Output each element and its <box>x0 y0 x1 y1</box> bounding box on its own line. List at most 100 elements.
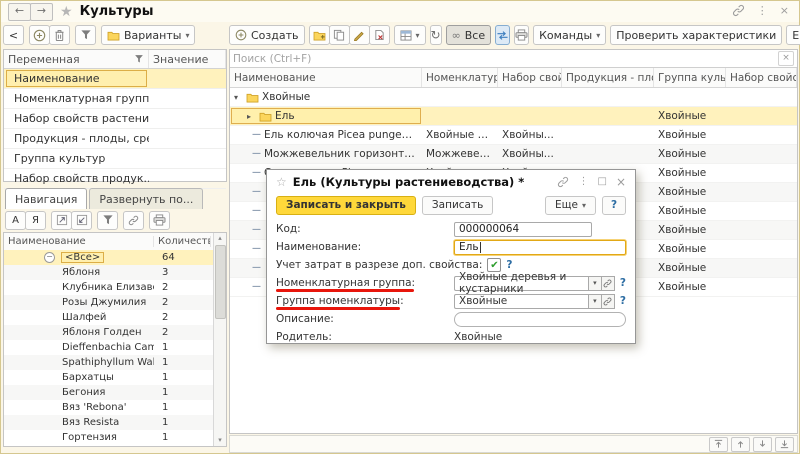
parameter-row[interactable]: Набор свойств продук... <box>4 169 226 189</box>
more-icon[interactable]: ⋮ <box>578 176 588 187</box>
list-item[interactable]: Клубника Елизавета II 2 <box>4 280 213 295</box>
view-mode-button[interactable]: ▾ <box>394 25 426 45</box>
help-icon[interactable]: ? <box>506 259 512 271</box>
filter-button[interactable] <box>75 25 96 45</box>
scroll-bottom-button[interactable] <box>775 437 794 452</box>
help-icon[interactable]: ? <box>620 277 626 289</box>
collapse-all-button[interactable] <box>71 211 92 230</box>
table-row[interactable]: — Ель колючая Picea pungens Hoopsii Хвой… <box>230 126 797 145</box>
name-input[interactable]: Ель <box>454 240 626 255</box>
list-item[interactable]: Dieffenbachia Camilla 1 <box>4 340 213 355</box>
parameter-row[interactable]: Продукция - плоды, срез <box>4 129 226 149</box>
star-outline-icon[interactable]: ☆ <box>276 175 287 189</box>
save-close-button[interactable]: Записать и закрыть <box>276 196 416 215</box>
scrollbar-thumb[interactable] <box>215 245 226 319</box>
variants-button[interactable]: Варианты ▾ <box>101 25 195 45</box>
table-row[interactable]: ▾ Хвойные <box>230 88 797 107</box>
cost-accounting-checkbox[interactable]: ✔ <box>487 258 501 272</box>
scroll-up-icon[interactable]: ▴ <box>214 233 226 244</box>
more-button[interactable]: Еще▾ <box>786 25 800 45</box>
add-parameter-button[interactable] <box>29 25 50 45</box>
search-input[interactable]: Поиск (Ctrl+F) <box>233 53 311 65</box>
list-item[interactable]: Яблоня 3 <box>4 265 213 280</box>
scroll-down-icon[interactable]: ▾ <box>214 435 226 446</box>
save-button[interactable]: Записать <box>422 196 493 215</box>
nomenclature-group-value[interactable]: Хвойные <box>454 294 588 309</box>
list-item[interactable]: Шалфей 2 <box>4 310 213 325</box>
more-icon[interactable]: ⋮ <box>757 4 768 17</box>
tab-expand-by[interactable]: Развернуть по... <box>89 188 203 209</box>
column-header-count[interactable]: Количество <box>154 236 211 247</box>
close-icon[interactable]: × <box>780 4 789 17</box>
maximize-icon[interactable]: □ <box>597 176 606 187</box>
parameter-row[interactable]: Набор свойств растения <box>4 109 226 129</box>
column-header[interactable]: Продукция - плоды, срез <box>562 68 654 87</box>
create-group-button[interactable] <box>309 25 330 45</box>
nav-link-button[interactable] <box>123 211 144 230</box>
column-header-variable[interactable]: Переменная <box>4 50 149 68</box>
list-item[interactable]: Розы Джумилия 2 <box>4 295 213 310</box>
list-item[interactable]: Бархатцы 1 <box>4 370 213 385</box>
check-characteristics-button[interactable]: Проверить характеристики <box>610 25 782 45</box>
dialog-help-button[interactable]: ? <box>602 196 626 215</box>
list-item[interactable]: Spathiphyllum Wallisii 1 <box>4 355 213 370</box>
dropdown-button[interactable]: ▾ <box>588 294 602 309</box>
parameter-row[interactable]: Группа культур <box>4 149 226 169</box>
list-item[interactable]: Яблоня Голден 2 <box>4 325 213 340</box>
favorites-star-icon[interactable]: ★ <box>60 5 73 19</box>
dropdown-button[interactable]: ▾ <box>588 276 602 291</box>
column-header[interactable]: Группа культур <box>654 68 726 87</box>
scroll-top-button[interactable] <box>709 437 728 452</box>
hierarchy-toggle-button[interactable] <box>495 25 510 45</box>
back-button[interactable]: ← <box>8 3 31 21</box>
close-icon[interactable]: × <box>616 175 626 189</box>
list-item[interactable]: Бегония 1 <box>4 385 213 400</box>
commands-button[interactable]: Команды▾ <box>533 25 606 45</box>
table-row[interactable]: — Можжевельник горизонтальный Juniperus … <box>230 145 797 164</box>
column-header[interactable]: Наименование <box>230 68 422 87</box>
link-icon[interactable] <box>557 176 569 188</box>
column-header[interactable]: Номенклатурна... <box>422 68 498 87</box>
expander-icon[interactable]: ▸ <box>247 112 256 121</box>
column-header[interactable]: Набор свойств п... <box>726 68 797 87</box>
nav-filter-button[interactable] <box>97 211 118 230</box>
search-clear-button[interactable]: × <box>778 51 794 66</box>
column-header[interactable]: Набор свойств ... <box>498 68 562 87</box>
column-header-value[interactable]: Значение <box>149 50 226 68</box>
parameter-row[interactable]: Номенклатурная группа <box>4 89 226 109</box>
list-item[interactable]: Вяз Resista 1 <box>4 415 213 430</box>
expander-icon[interactable]: − <box>44 252 55 263</box>
nomenclature-group-combo[interactable]: Хвойные ▾ <box>454 294 615 309</box>
show-all-button[interactable]: ∞Все <box>446 25 492 45</box>
dialog-more-button[interactable]: Еще▾ <box>545 196 596 215</box>
delete-parameter-button[interactable] <box>49 25 70 45</box>
nom-group-value[interactable]: Хвойные деревья и кустарники <box>454 276 588 291</box>
list-item[interactable]: −<Все> 64 <box>4 250 213 265</box>
forward-button[interactable]: → <box>30 3 53 21</box>
column-header-name[interactable]: Наименование <box>4 236 154 247</box>
nom-group-combo[interactable]: Хвойные деревья и кустарники ▾ <box>454 276 615 291</box>
sort-desc-button[interactable]: Я <box>25 211 46 230</box>
list-item[interactable]: Гортензия 1 <box>4 430 213 445</box>
open-link-button[interactable] <box>601 276 615 291</box>
edit-button[interactable] <box>349 25 370 45</box>
expander-icon[interactable]: ▾ <box>234 93 243 102</box>
open-link-button[interactable] <box>601 294 615 309</box>
print-button[interactable] <box>514 25 529 45</box>
create-button[interactable]: Создать <box>229 25 305 45</box>
collapse-panel-button[interactable]: < <box>3 25 24 45</box>
mark-deletion-button[interactable] <box>369 25 390 45</box>
table-row[interactable]: ▸ Ель Хвойные <box>230 107 797 126</box>
tab-navigation[interactable]: Навигация <box>5 188 87 209</box>
code-input[interactable]: 000000064 <box>454 222 592 237</box>
sort-asc-button[interactable]: А <box>5 211 26 230</box>
expand-all-button[interactable] <box>51 211 72 230</box>
parameter-row[interactable]: Наименование <box>4 69 226 89</box>
description-input[interactable] <box>454 312 626 327</box>
scrollbar[interactable]: ▴ ▾ <box>213 233 226 446</box>
nav-print-button[interactable] <box>149 211 170 230</box>
copy-button[interactable] <box>329 25 350 45</box>
scroll-down-button[interactable] <box>753 437 772 452</box>
refresh-button[interactable]: ↻ <box>430 25 442 45</box>
list-item[interactable]: Вяз 'Rebona' 1 <box>4 400 213 415</box>
